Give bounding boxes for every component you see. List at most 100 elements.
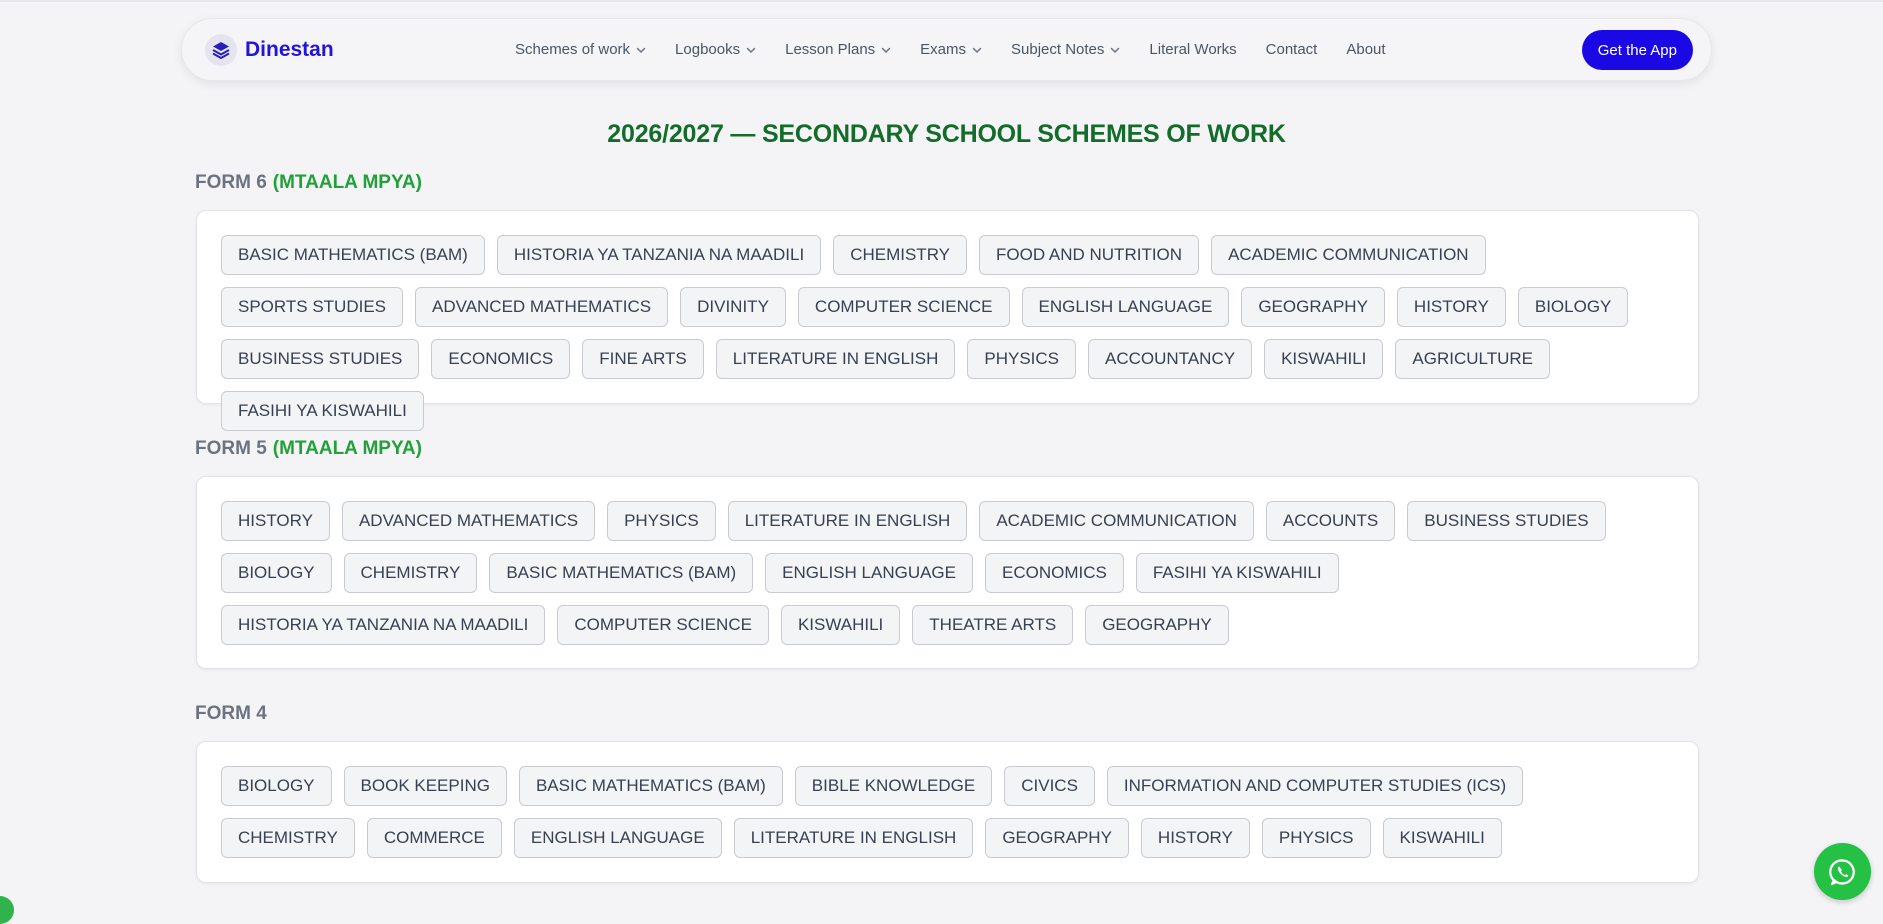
get-the-app-button[interactable]: Get the App	[1581, 30, 1693, 70]
subject-chip[interactable]: ACADEMIC COMMUNICATION	[979, 501, 1254, 541]
subject-chip[interactable]: ADVANCED MATHEMATICS	[415, 287, 669, 327]
section-heading-label: FORM 5	[195, 438, 267, 459]
nav-item-subject-notes[interactable]: Subject Notes	[1011, 41, 1120, 58]
top-divider	[0, 0, 1883, 2]
subject-chip[interactable]: COMPUTER SCIENCE	[557, 605, 769, 645]
nav-item-contact[interactable]: Contact	[1266, 41, 1318, 58]
subject-chip[interactable]: CHEMISTRY	[221, 818, 355, 858]
nav-item-literal-works[interactable]: Literal Works	[1149, 41, 1236, 58]
subject-chip[interactable]: ENGLISH LANGUAGE	[765, 553, 973, 593]
brand-link[interactable]: Dinestan	[205, 32, 334, 68]
subject-card-form-5: HISTORY ADVANCED MATHEMATICS PHYSICS LITERA…	[196, 476, 1699, 669]
subject-chip-list: BIOLOGY BOOK KEEPING BASIC MATHEMATICS (BA…	[221, 766, 1678, 870]
chevron-down-icon	[881, 47, 891, 53]
section-heading-label: FORM 6	[195, 172, 267, 193]
nav-item-label: Exams	[920, 41, 967, 58]
subject-chip[interactable]: BIOLOGY	[221, 553, 332, 593]
subject-chip[interactable]: BASIC MATHEMATICS (BAM)	[221, 235, 485, 275]
subject-chip[interactable]: HISTORY	[221, 501, 330, 541]
chevron-down-icon	[1111, 47, 1120, 53]
subject-chip[interactable]: GEOGRAPHY	[1241, 287, 1385, 327]
subject-card-form-6: BASIC MATHEMATICS (BAM) HISTORIA YA TANZA…	[196, 210, 1699, 431]
nav-item-schemes-of-work[interactable]: Schemes of work	[515, 41, 646, 58]
subject-chip[interactable]: THEATRE ARTS	[912, 605, 1074, 645]
main-nav: Schemes of work Logbooks Lesson Plans Exams…	[515, 19, 1415, 80]
subject-chip[interactable]: HISTORY	[1396, 287, 1506, 327]
subject-chip[interactable]: KISWAHILI	[1264, 339, 1384, 379]
subject-chip[interactable]: SPORTS STUDIES	[221, 287, 403, 327]
subject-chip[interactable]: BASIC MATHEMATICS (BAM)	[518, 766, 783, 806]
nav-item-label: Subject Notes	[1011, 41, 1105, 58]
subject-chip[interactable]: HISTORIA YA TANZANIA NA MAADILI	[496, 235, 822, 275]
subject-chip[interactable]: LITERATURE IN ENGLISH	[715, 339, 956, 379]
subject-chip[interactable]: FASIHI YA KISWAHILI	[221, 391, 424, 431]
subject-chip[interactable]: GEOGRAPHY	[1085, 605, 1229, 645]
subject-chip[interactable]: LITERATURE IN ENGLISH	[727, 501, 968, 541]
section-heading-label: FORM 4	[195, 703, 267, 724]
section-tag: (MTAALA MPYA)	[272, 172, 422, 193]
subject-chip[interactable]: BUSINESS STUDIES	[1407, 501, 1606, 541]
nav-item-label: Contact	[1265, 41, 1318, 58]
nav-item-exams[interactable]: Exams	[920, 41, 982, 58]
subject-chip[interactable]: ENGLISH LANGUAGE	[1021, 287, 1230, 327]
section-heading-form-4: FORM 4	[195, 703, 273, 725]
nav-item-label: About	[1346, 41, 1386, 58]
subject-chip[interactable]: BASIC MATHEMATICS (BAM)	[489, 553, 754, 593]
subject-chip[interactable]: BOOK KEEPING	[343, 766, 507, 806]
whatsapp-icon	[1828, 858, 1855, 885]
nav-item-lesson-plans[interactable]: Lesson Plans	[785, 41, 891, 58]
chevron-down-icon	[636, 47, 646, 53]
subject-chip[interactable]: FINE ARTS	[582, 339, 704, 379]
nav-item-about[interactable]: About	[1346, 41, 1385, 58]
subject-chip[interactable]: BIOLOGY	[221, 766, 332, 806]
subject-chip[interactable]: ENGLISH LANGUAGE	[513, 818, 722, 858]
subject-chip[interactable]: LITERATURE IN ENGLISH	[733, 818, 974, 858]
subject-chip[interactable]: HISTORY	[1140, 818, 1250, 858]
subject-chip[interactable]: BIOLOGY	[1517, 287, 1629, 327]
subject-chip[interactable]: ECONOMICS	[431, 339, 571, 379]
section-heading-form-6: FORM 6 (MTAALA MPYA)	[195, 172, 422, 194]
nav-item-label: Schemes of work	[515, 41, 631, 58]
subject-chip[interactable]: HISTORIA YA TANZANIA NA MAADILI	[221, 605, 546, 645]
brand-name: Dinestan	[245, 38, 334, 61]
subject-chip[interactable]: CHEMISTRY	[343, 553, 478, 593]
page-title: 2026/2027 — SECONDARY SCHOOL SCHEMES OF …	[607, 120, 1286, 148]
subject-chip[interactable]: PHYSICS	[1261, 818, 1371, 858]
subject-chip[interactable]: COMPUTER SCIENCE	[797, 287, 1010, 327]
subject-chip[interactable]: FOOD AND NUTRITION	[979, 235, 1200, 275]
subject-chip-list: BASIC MATHEMATICS (BAM) HISTORIA YA TANZA…	[221, 235, 1678, 443]
nav-item-logbooks[interactable]: Logbooks	[675, 41, 756, 58]
nav-item-label: Lesson Plans	[785, 41, 876, 58]
chevron-down-icon	[746, 47, 756, 53]
subject-chip[interactable]: CIVICS	[1004, 766, 1095, 806]
subject-chip[interactable]: DIVINITY	[680, 287, 786, 327]
subject-chip[interactable]: BUSINESS STUDIES	[221, 339, 420, 379]
subject-chip[interactable]: ECONOMICS	[985, 553, 1124, 593]
layers-logo-icon	[205, 34, 237, 66]
nav-item-label: Literal Works	[1149, 41, 1237, 58]
subject-chip-list: HISTORY ADVANCED MATHEMATICS PHYSICS LITERA…	[221, 501, 1678, 657]
subject-chip[interactable]: PHYSICS	[967, 339, 1077, 379]
subject-chip[interactable]: AGRICULTURE	[1395, 339, 1550, 379]
subject-chip[interactable]: ACADEMIC COMMUNICATION	[1211, 235, 1486, 275]
subject-chip[interactable]: ACCOUNTS	[1265, 501, 1396, 541]
subject-chip[interactable]: INFORMATION AND COMPUTER STUDIES (ICS)	[1106, 766, 1524, 806]
navbar: Dinestan Schemes of work Logbooks Lesson P…	[181, 18, 1712, 81]
whatsapp-button[interactable]	[1814, 843, 1871, 900]
subject-chip[interactable]: ADVANCED MATHEMATICS	[341, 501, 596, 541]
corner-decoration	[0, 896, 14, 924]
section-tag: (MTAALA MPYA)	[272, 438, 422, 459]
subject-card-form-4: BIOLOGY BOOK KEEPING BASIC MATHEMATICS (BA…	[196, 741, 1699, 883]
nav-item-label: Logbooks	[675, 41, 741, 58]
subject-chip[interactable]: PHYSICS	[607, 501, 716, 541]
subject-chip[interactable]: COMMERCE	[366, 818, 502, 858]
subject-chip[interactable]: GEOGRAPHY	[985, 818, 1129, 858]
subject-chip[interactable]: ACCOUNTANCY	[1088, 339, 1253, 379]
section-heading-form-5: FORM 5 (MTAALA MPYA)	[195, 438, 422, 460]
subject-chip[interactable]: FASIHI YA KISWAHILI	[1135, 553, 1339, 593]
subject-chip[interactable]: CHEMISTRY	[833, 235, 967, 275]
subject-chip[interactable]: BIBLE KNOWLEDGE	[794, 766, 993, 806]
subject-chip[interactable]: KISWAHILI	[1382, 818, 1502, 858]
subject-chip[interactable]: KISWAHILI	[780, 605, 901, 645]
chevron-down-icon	[972, 47, 982, 53]
